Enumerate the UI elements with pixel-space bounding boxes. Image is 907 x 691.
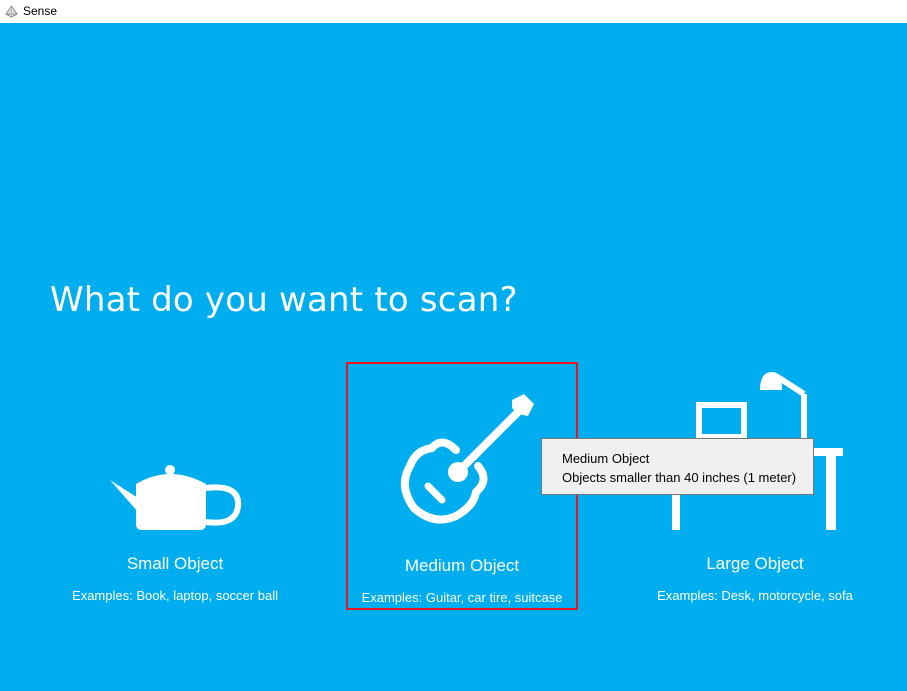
option-examples: Examples: Guitar, car tire, suitcase	[361, 590, 563, 605]
guitar-icon	[400, 394, 534, 524]
option-name: Medium Object	[404, 556, 520, 575]
small-object-option[interactable]: Small Object Examples: Book, laptop, soc…	[60, 362, 290, 610]
tooltip-description: Objects smaller than 40 inches (1 meter)	[562, 470, 797, 485]
option-name: Small Object	[126, 554, 224, 573]
option-tooltip: Medium Object Objects smaller than 40 in…	[541, 438, 814, 495]
page-heading: What do you want to scan?	[50, 280, 518, 320]
teapot-icon	[110, 465, 242, 530]
option-examples: Examples: Book, laptop, soccer ball	[72, 588, 278, 603]
option-name: Large Object	[706, 554, 804, 573]
window-title: Sense	[23, 4, 58, 18]
sense-logo-icon	[5, 5, 18, 18]
option-examples: Examples: Desk, motorcycle, sofa	[657, 588, 853, 603]
title-bar: Sense	[0, 0, 907, 23]
tooltip-title: Medium Object	[562, 451, 650, 466]
